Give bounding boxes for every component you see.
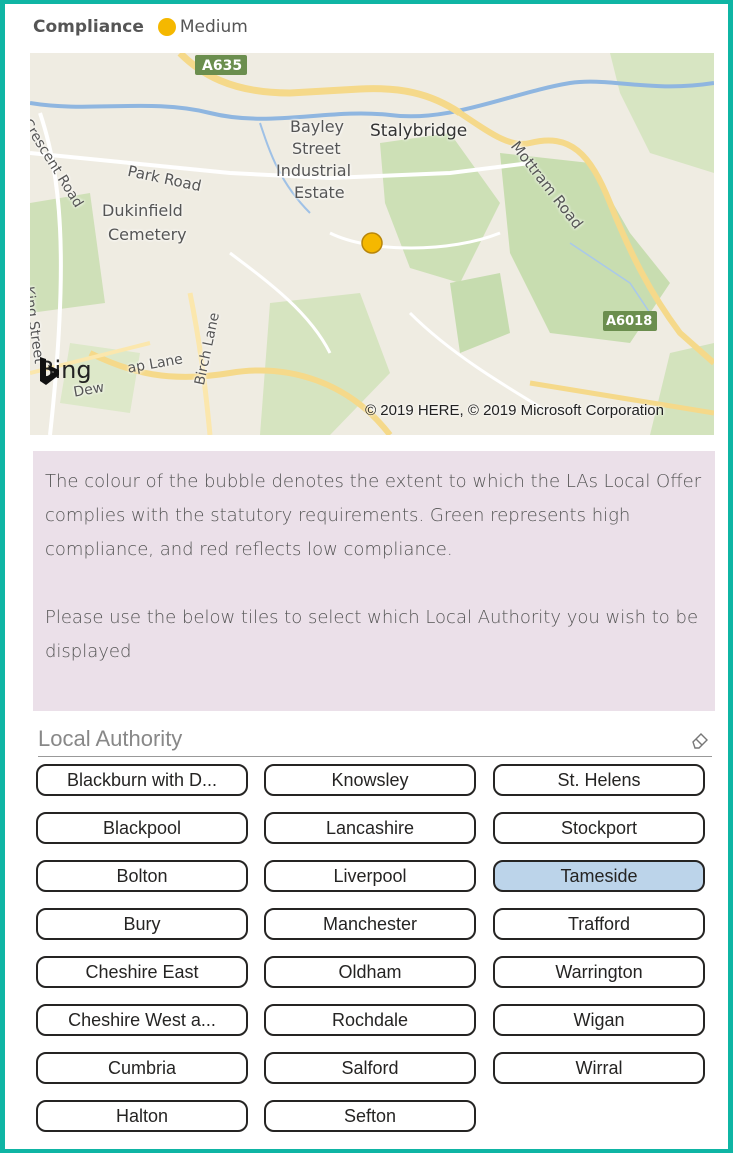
- tile-oldham[interactable]: Oldham: [264, 956, 476, 988]
- tile-cheshire-west-a[interactable]: Cheshire West a...: [36, 1004, 248, 1036]
- map-legend: Compliance Medium: [33, 14, 248, 40]
- road-label-a6018: A6018: [606, 314, 653, 329]
- slicer-header: Local Authority: [38, 724, 712, 757]
- legend-value: Medium: [179, 17, 248, 37]
- place-label-stalybridge: Stalybridge: [370, 121, 468, 141]
- place-label-dukinfield: Dukinfield: [102, 201, 183, 220]
- tile-knowsley[interactable]: Knowsley: [264, 764, 476, 796]
- bing-logo-icon: [40, 357, 59, 385]
- tile-bury[interactable]: Bury: [36, 908, 248, 940]
- info-textbox: The colour of the bubble denotes the ext…: [33, 451, 715, 711]
- tile-wirral[interactable]: Wirral: [493, 1052, 705, 1084]
- info-paragraph-colour: The colour of the bubble denotes the ext…: [45, 471, 702, 560]
- slicer-title: Local Authority: [38, 726, 183, 751]
- tile-liverpool[interactable]: Liverpool: [264, 860, 476, 892]
- place-label-cemetery: Cemetery: [108, 225, 187, 244]
- tile-rochdale[interactable]: Rochdale: [264, 1004, 476, 1036]
- tile-stockport[interactable]: Stockport: [493, 812, 705, 844]
- road-label-a635: A635: [202, 58, 243, 74]
- tile-cheshire-east[interactable]: Cheshire East: [36, 956, 248, 988]
- place-label-street: Street: [292, 139, 341, 158]
- eraser-icon[interactable]: [690, 730, 710, 750]
- tile-salford[interactable]: Salford: [264, 1052, 476, 1084]
- tile-blackburn-with-d[interactable]: Blackburn with D...: [36, 764, 248, 796]
- place-label-industrial: Industrial: [276, 161, 352, 180]
- tile-warrington[interactable]: Warrington: [493, 956, 705, 988]
- tile-halton[interactable]: Halton: [36, 1100, 248, 1132]
- legend-label: Compliance: [33, 17, 144, 37]
- map-attribution[interactable]: © 2019 HERE, © 2019 Microsoft Corporatio…: [365, 402, 664, 419]
- tile-bolton[interactable]: Bolton: [36, 860, 248, 892]
- place-label-bayley: Bayley: [290, 117, 345, 136]
- tile-st-helens[interactable]: St. Helens: [493, 764, 705, 796]
- tile-cumbria[interactable]: Cumbria: [36, 1052, 248, 1084]
- tile-trafford[interactable]: Trafford: [493, 908, 705, 940]
- tile-tameside[interactable]: Tameside: [493, 860, 705, 892]
- place-label-estate: Estate: [294, 183, 345, 202]
- legend-color-dot: [157, 18, 176, 36]
- tile-manchester[interactable]: Manchester: [264, 908, 476, 940]
- bing-brand: Bing: [38, 356, 92, 385]
- tile-blackpool[interactable]: Blackpool: [36, 812, 248, 844]
- info-paragraph-instructions: Please use the below tiles to select whi…: [45, 607, 699, 662]
- bing-map[interactable]: A635 A6018 Bayley Street Industrial Esta…: [30, 53, 714, 435]
- la-location-marker[interactable]: [361, 232, 383, 254]
- tile-sefton[interactable]: Sefton: [264, 1100, 476, 1132]
- tile-wigan[interactable]: Wigan: [493, 1004, 705, 1036]
- tile-lancashire[interactable]: Lancashire: [264, 812, 476, 844]
